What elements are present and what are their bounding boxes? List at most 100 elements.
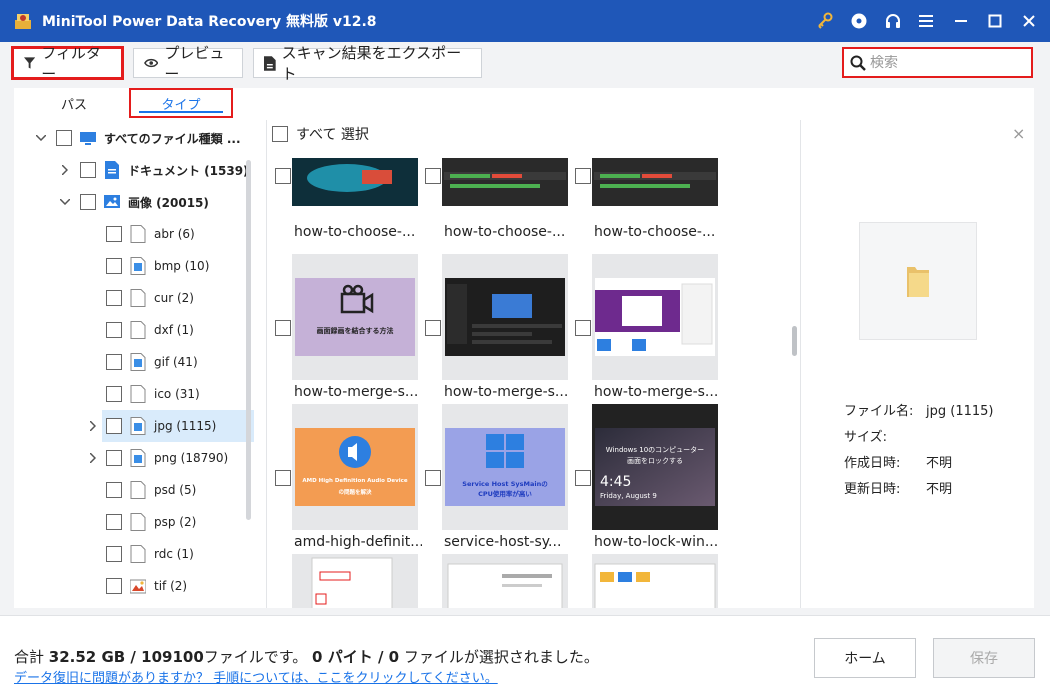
tree-item-psd[interactable]: psd (5) (14, 474, 254, 506)
tree-item-gif[interactable]: gif (41) (14, 346, 254, 378)
divider (266, 120, 267, 608)
checkbox[interactable] (80, 162, 96, 178)
checkbox[interactable] (425, 168, 441, 184)
meta-created: 作成日時: 不明 (844, 456, 953, 471)
thumbnail-item[interactable]: Windows 10のコンピューター 画面をロックする 4:45 Friday,… (572, 404, 722, 554)
tree-item-rdc[interactable]: rdc (1) (14, 538, 254, 570)
chevron-right-icon[interactable] (58, 163, 72, 177)
checkbox[interactable] (106, 546, 122, 562)
tree-documents-row[interactable]: ドキュメント (1539) (14, 154, 254, 186)
tree-item-cur[interactable]: cur (2) (14, 282, 254, 314)
thumbnail-item[interactable]: Service Host SysMainの CPU使用率が高い service-… (422, 404, 572, 554)
checkbox[interactable] (106, 482, 122, 498)
thumbnail-name: how-to-choose-... (444, 224, 566, 240)
checkbox[interactable] (106, 450, 122, 466)
search-box[interactable] (842, 47, 1033, 78)
export-file-icon (264, 55, 276, 71)
tree-item-ico[interactable]: ico (31) (14, 378, 254, 410)
disc-icon[interactable] (842, 0, 876, 42)
export-button[interactable]: スキャン結果をエクスポート (253, 44, 482, 83)
select-all-row[interactable]: すべて 選択 (272, 124, 369, 144)
thumbnail-item[interactable]: how-to-merge-s... (422, 254, 572, 404)
checkbox[interactable] (106, 258, 122, 274)
checkbox[interactable] (106, 290, 122, 306)
tree-item-png[interactable]: png (18790) (14, 442, 254, 474)
checkbox[interactable] (275, 470, 291, 486)
tree-scrollbar[interactable] (246, 160, 251, 520)
tree-item-jpg[interactable]: jpg (1115) (90, 410, 254, 442)
tree-item-dxf[interactable]: dxf (1) (14, 314, 254, 346)
save-button[interactable]: 保存 (933, 638, 1035, 678)
tree-item-label: png (18790) (154, 451, 229, 465)
tree-root-row[interactable]: すべてのファイル種類 ... (14, 122, 254, 154)
thumbnail-item[interactable]: how-to-choose-... (422, 158, 572, 258)
checkbox[interactable] (575, 168, 591, 184)
menu-icon[interactable] (910, 0, 944, 42)
checkbox[interactable] (106, 418, 122, 434)
checkbox[interactable] (425, 320, 441, 336)
tab-bar: パス タイプ (14, 88, 264, 118)
checkbox[interactable] (575, 320, 591, 336)
thumbnail-grid: すべて 選択 how-to-choose-... how-to-choose-.… (272, 120, 800, 608)
maximize-icon[interactable] (978, 0, 1012, 42)
close-icon[interactable] (1012, 0, 1046, 42)
checkbox[interactable] (56, 130, 72, 146)
checkbox[interactable] (80, 194, 96, 210)
checkbox[interactable] (106, 354, 122, 370)
tree-item-psp[interactable]: psp (2) (14, 506, 254, 538)
search-icon (850, 55, 866, 71)
thumbnail-item[interactable]: AMD High Definition Audio Device の問題を解決 … (272, 404, 422, 554)
thumbnail-item[interactable] (572, 554, 722, 608)
grid-scrollbar[interactable] (792, 326, 797, 356)
tab-type[interactable]: タイプ (129, 88, 233, 118)
checkbox[interactable] (275, 320, 291, 336)
home-button[interactable]: ホーム (814, 638, 916, 678)
help-link[interactable]: データ復旧に問題がありますか？ 手順については、ここをクリックしてください。 (14, 667, 498, 686)
chevron-down-icon[interactable] (58, 195, 72, 209)
chevron-down-icon[interactable] (34, 131, 48, 145)
file-type-tree: すべてのファイル種類 ... ドキュメント (1539) 画像 (20015) … (14, 120, 256, 608)
thumbnail-name: how-to-lock-win... (594, 534, 719, 550)
thumbnail-item[interactable]: how-to-merge-s... (572, 254, 722, 404)
thumbnail-item[interactable]: how-to-choose-... (572, 158, 722, 258)
preview-button[interactable]: プレビュー (133, 44, 243, 83)
checkbox[interactable] (425, 470, 441, 486)
search-input[interactable] (870, 54, 1020, 71)
checkbox[interactable] (106, 386, 122, 402)
close-preview-icon[interactable]: × (1012, 124, 1025, 143)
tree-item-bmp[interactable]: bmp (10) (14, 250, 254, 282)
monitor-icon (80, 132, 96, 145)
tree-item-label: gif (41) (154, 355, 198, 369)
chevron-right-icon[interactable] (86, 451, 100, 465)
preview-panel: × ファイル名: jpg (1115) サイズ: 作成日時: 不明 更新日時: 不明 (804, 120, 1034, 608)
tree-item-abr[interactable]: abr (6) (14, 218, 254, 250)
tree-images-row[interactable]: 画像 (20015) (14, 186, 254, 218)
thumbnail-item[interactable] (422, 554, 572, 608)
key-icon[interactable] (808, 0, 842, 42)
checkbox[interactable] (106, 226, 122, 242)
checkbox[interactable] (106, 578, 122, 594)
tif-file-icon (130, 579, 146, 594)
checkbox[interactable] (575, 470, 591, 486)
lock-time: 4:45 (600, 474, 632, 490)
checkbox[interactable] (275, 168, 291, 184)
select-all-checkbox[interactable] (272, 126, 288, 142)
thumbnail-image (592, 158, 718, 206)
tree-item-tif[interactable]: tif (2) (14, 570, 254, 602)
blank-file-icon (130, 321, 146, 339)
thumbnail-name: how-to-choose-... (294, 224, 416, 240)
minimize-icon[interactable] (944, 0, 978, 42)
thumbnail-name: amd-high-definit... (294, 534, 422, 550)
filter-button[interactable]: フィルター (11, 44, 124, 83)
chevron-right-icon[interactable] (86, 419, 100, 433)
thumbnail-item[interactable]: how-to-choose-... (272, 158, 422, 258)
image-file-icon (130, 353, 146, 371)
checkbox[interactable] (106, 322, 122, 338)
tab-path[interactable]: パス (34, 88, 114, 118)
tree-item-label: psd (5) (154, 483, 197, 497)
thumbnail-item[interactable]: 画面録画を結合する方法 how-to-merge-s... (272, 254, 422, 404)
checkbox[interactable] (106, 514, 122, 530)
image-file-icon (130, 449, 146, 467)
headset-icon[interactable] (876, 0, 910, 42)
thumbnail-item[interactable] (272, 554, 422, 608)
